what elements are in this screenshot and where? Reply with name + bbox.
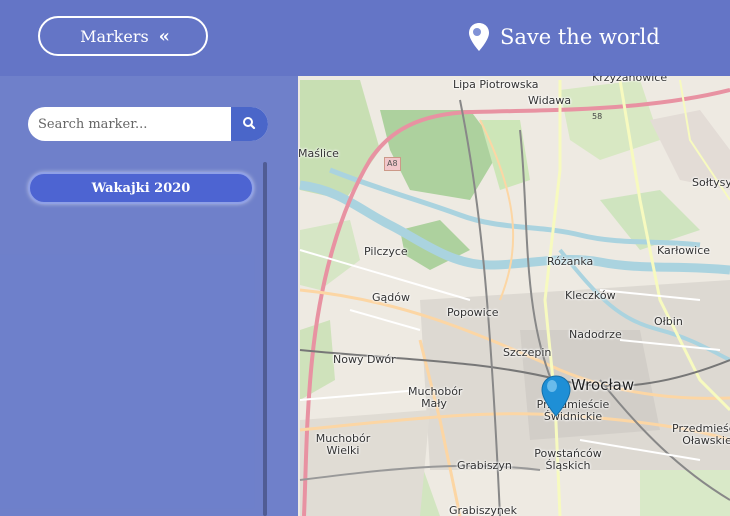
map-label-kleczkow: Kleczków bbox=[565, 289, 616, 302]
markers-toggle-button[interactable]: Markers « bbox=[38, 16, 208, 56]
sidebar-scrollbar[interactable] bbox=[263, 162, 267, 516]
double-chevron-left-icon: « bbox=[158, 25, 170, 47]
map-label-soltysowice: Sołtysy bbox=[692, 176, 730, 189]
map-label-widawa: Widawa bbox=[528, 94, 572, 107]
search-input[interactable] bbox=[38, 107, 228, 141]
map-label-grabiszynek: Grabiszynek bbox=[449, 504, 517, 516]
map-label-nowy-dwor: Nowy Dwór bbox=[333, 353, 396, 366]
map-marker-pin-icon[interactable] bbox=[541, 375, 571, 417]
map-label-nadodrze: Nadodrze bbox=[569, 328, 622, 341]
map-label-muchobor-maly: Muchobór Mały bbox=[408, 385, 463, 410]
map-label-maslice: Maślice bbox=[298, 147, 339, 160]
markers-button-label: Markers bbox=[80, 26, 149, 46]
search-icon bbox=[243, 117, 256, 130]
map-pin-logo-icon bbox=[469, 23, 489, 51]
map-label-road-a8: A8 bbox=[384, 157, 401, 171]
map-label-wroclaw: Wrocław bbox=[571, 376, 635, 394]
map-label-muchobor-wielki: Muchobór Wielki bbox=[315, 432, 371, 457]
top-header: Markers « Save the world bbox=[0, 0, 730, 76]
map-label-grabiszyn: Grabiszyn bbox=[457, 459, 512, 472]
search-button[interactable] bbox=[231, 107, 268, 141]
map-label-rozanka: Różanka bbox=[547, 255, 594, 268]
map-label-powstancow: Powstańców Śląskich bbox=[534, 447, 602, 472]
map-label-popowice: Popowice bbox=[447, 306, 499, 319]
map-label-road-58: 58 bbox=[592, 112, 603, 121]
map-label-przedmiescie-olawskie: Przedmieście Oławskie bbox=[672, 422, 730, 447]
app-title-text: Save the world bbox=[500, 25, 660, 49]
markers-sidebar: Wakajki 2020 bbox=[0, 76, 298, 516]
map-label-olbin: Ołbin bbox=[654, 315, 683, 328]
marker-list-item-label: Wakajki 2020 bbox=[91, 180, 191, 196]
map-label-gadow: Gądów bbox=[372, 291, 410, 304]
marker-list-item[interactable]: Wakajki 2020 bbox=[28, 172, 254, 204]
map-label-karlowice: Karłowice bbox=[657, 244, 711, 257]
search-box bbox=[28, 107, 268, 141]
map-label-szczepin: Szczepin bbox=[503, 346, 552, 359]
app-title: Save the world bbox=[468, 22, 660, 52]
map-label-lipa: Lipa Piotrowska bbox=[453, 78, 539, 91]
map-label-pilczyce: Pilczyce bbox=[364, 245, 408, 258]
